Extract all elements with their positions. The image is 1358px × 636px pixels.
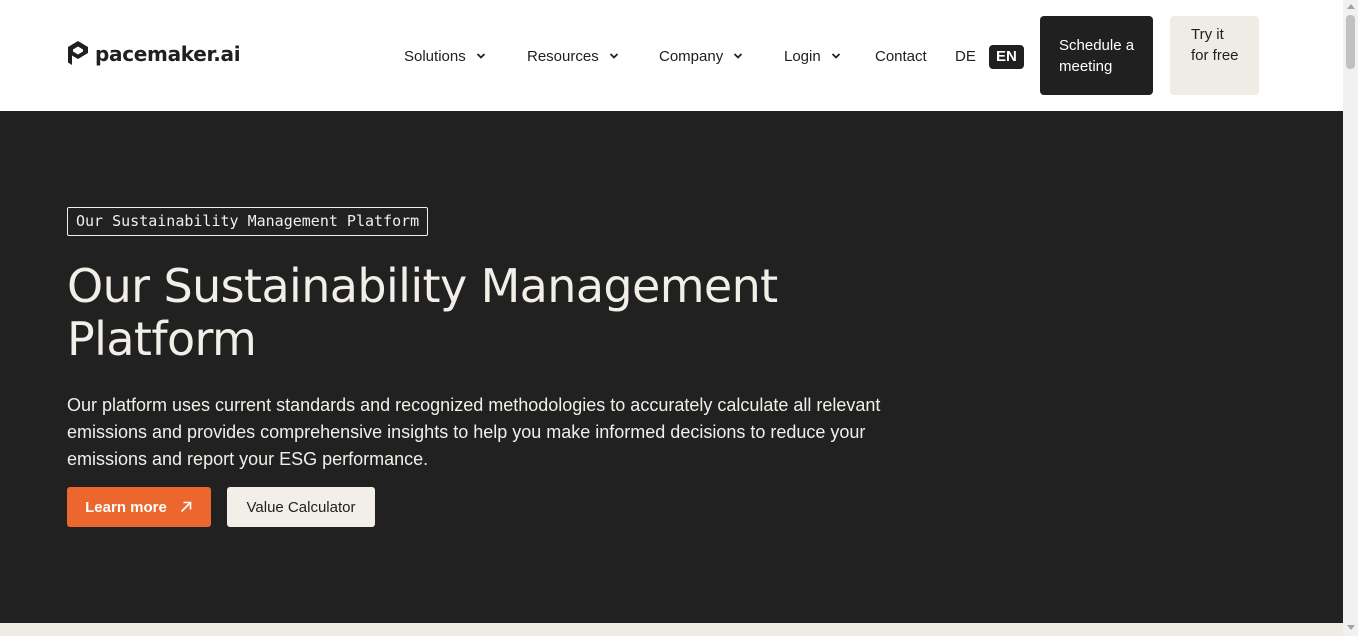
nav-company[interactable]: Company xyxy=(659,46,743,66)
nav-solutions-label: Solutions xyxy=(404,47,466,65)
hero-description: Our platform uses current standards and … xyxy=(67,395,881,469)
scroll-down-arrow-icon[interactable] xyxy=(1347,625,1355,630)
schedule-meeting-button[interactable]: Schedule a meeting xyxy=(1040,16,1153,95)
nav-login[interactable]: Login xyxy=(784,46,841,66)
language-en[interactable]: EN xyxy=(989,45,1024,69)
hero-title: Our Sustainability Management Platform xyxy=(67,259,778,366)
learn-more-label: Learn more xyxy=(85,498,167,516)
hero-tag: Our Sustainability Management Platform xyxy=(67,207,429,236)
chevron-down-icon xyxy=(609,53,618,59)
scrollbar-thumb[interactable] xyxy=(1346,15,1355,69)
value-calculator-button[interactable]: Value Calculator xyxy=(227,487,375,527)
scroll-up-arrow-icon[interactable] xyxy=(1347,4,1355,9)
nav-resources[interactable]: Resources xyxy=(527,46,619,66)
try-free-button[interactable]: Try it for free xyxy=(1170,16,1259,95)
page-scrollbar[interactable] xyxy=(1343,0,1358,636)
hero-section: Our Sustainability Management Platform O… xyxy=(0,111,1343,623)
value-calculator-label: Value Calculator xyxy=(246,498,356,516)
logo-text: pacemaker.ai xyxy=(95,41,241,66)
nav-solutions[interactable]: Solutions xyxy=(404,46,486,66)
chevron-down-icon xyxy=(831,53,840,59)
language-de[interactable]: DE xyxy=(955,45,976,69)
nav-login-label: Login xyxy=(784,47,821,65)
learn-more-button[interactable]: Learn more xyxy=(67,487,211,527)
pacemaker-logo-icon xyxy=(68,41,88,65)
page: pacemaker.ai Solutions Resources Company… xyxy=(0,0,1343,636)
nav-contact[interactable]: Contact xyxy=(875,46,927,66)
next-section-edge xyxy=(0,623,1343,636)
chevron-down-icon xyxy=(734,53,743,59)
try-free-label: Try it for free xyxy=(1191,26,1239,64)
nav-company-label: Company xyxy=(659,47,724,65)
chevron-down-icon xyxy=(476,53,485,59)
logo-link[interactable]: pacemaker.ai xyxy=(67,40,241,67)
arrow-up-right-icon xyxy=(180,501,192,513)
site-header: pacemaker.ai Solutions Resources Company… xyxy=(0,0,1343,111)
nav-resources-label: Resources xyxy=(527,47,599,65)
nav-contact-label: Contact xyxy=(875,47,927,65)
schedule-meeting-label: Schedule a meeting xyxy=(1059,37,1135,75)
